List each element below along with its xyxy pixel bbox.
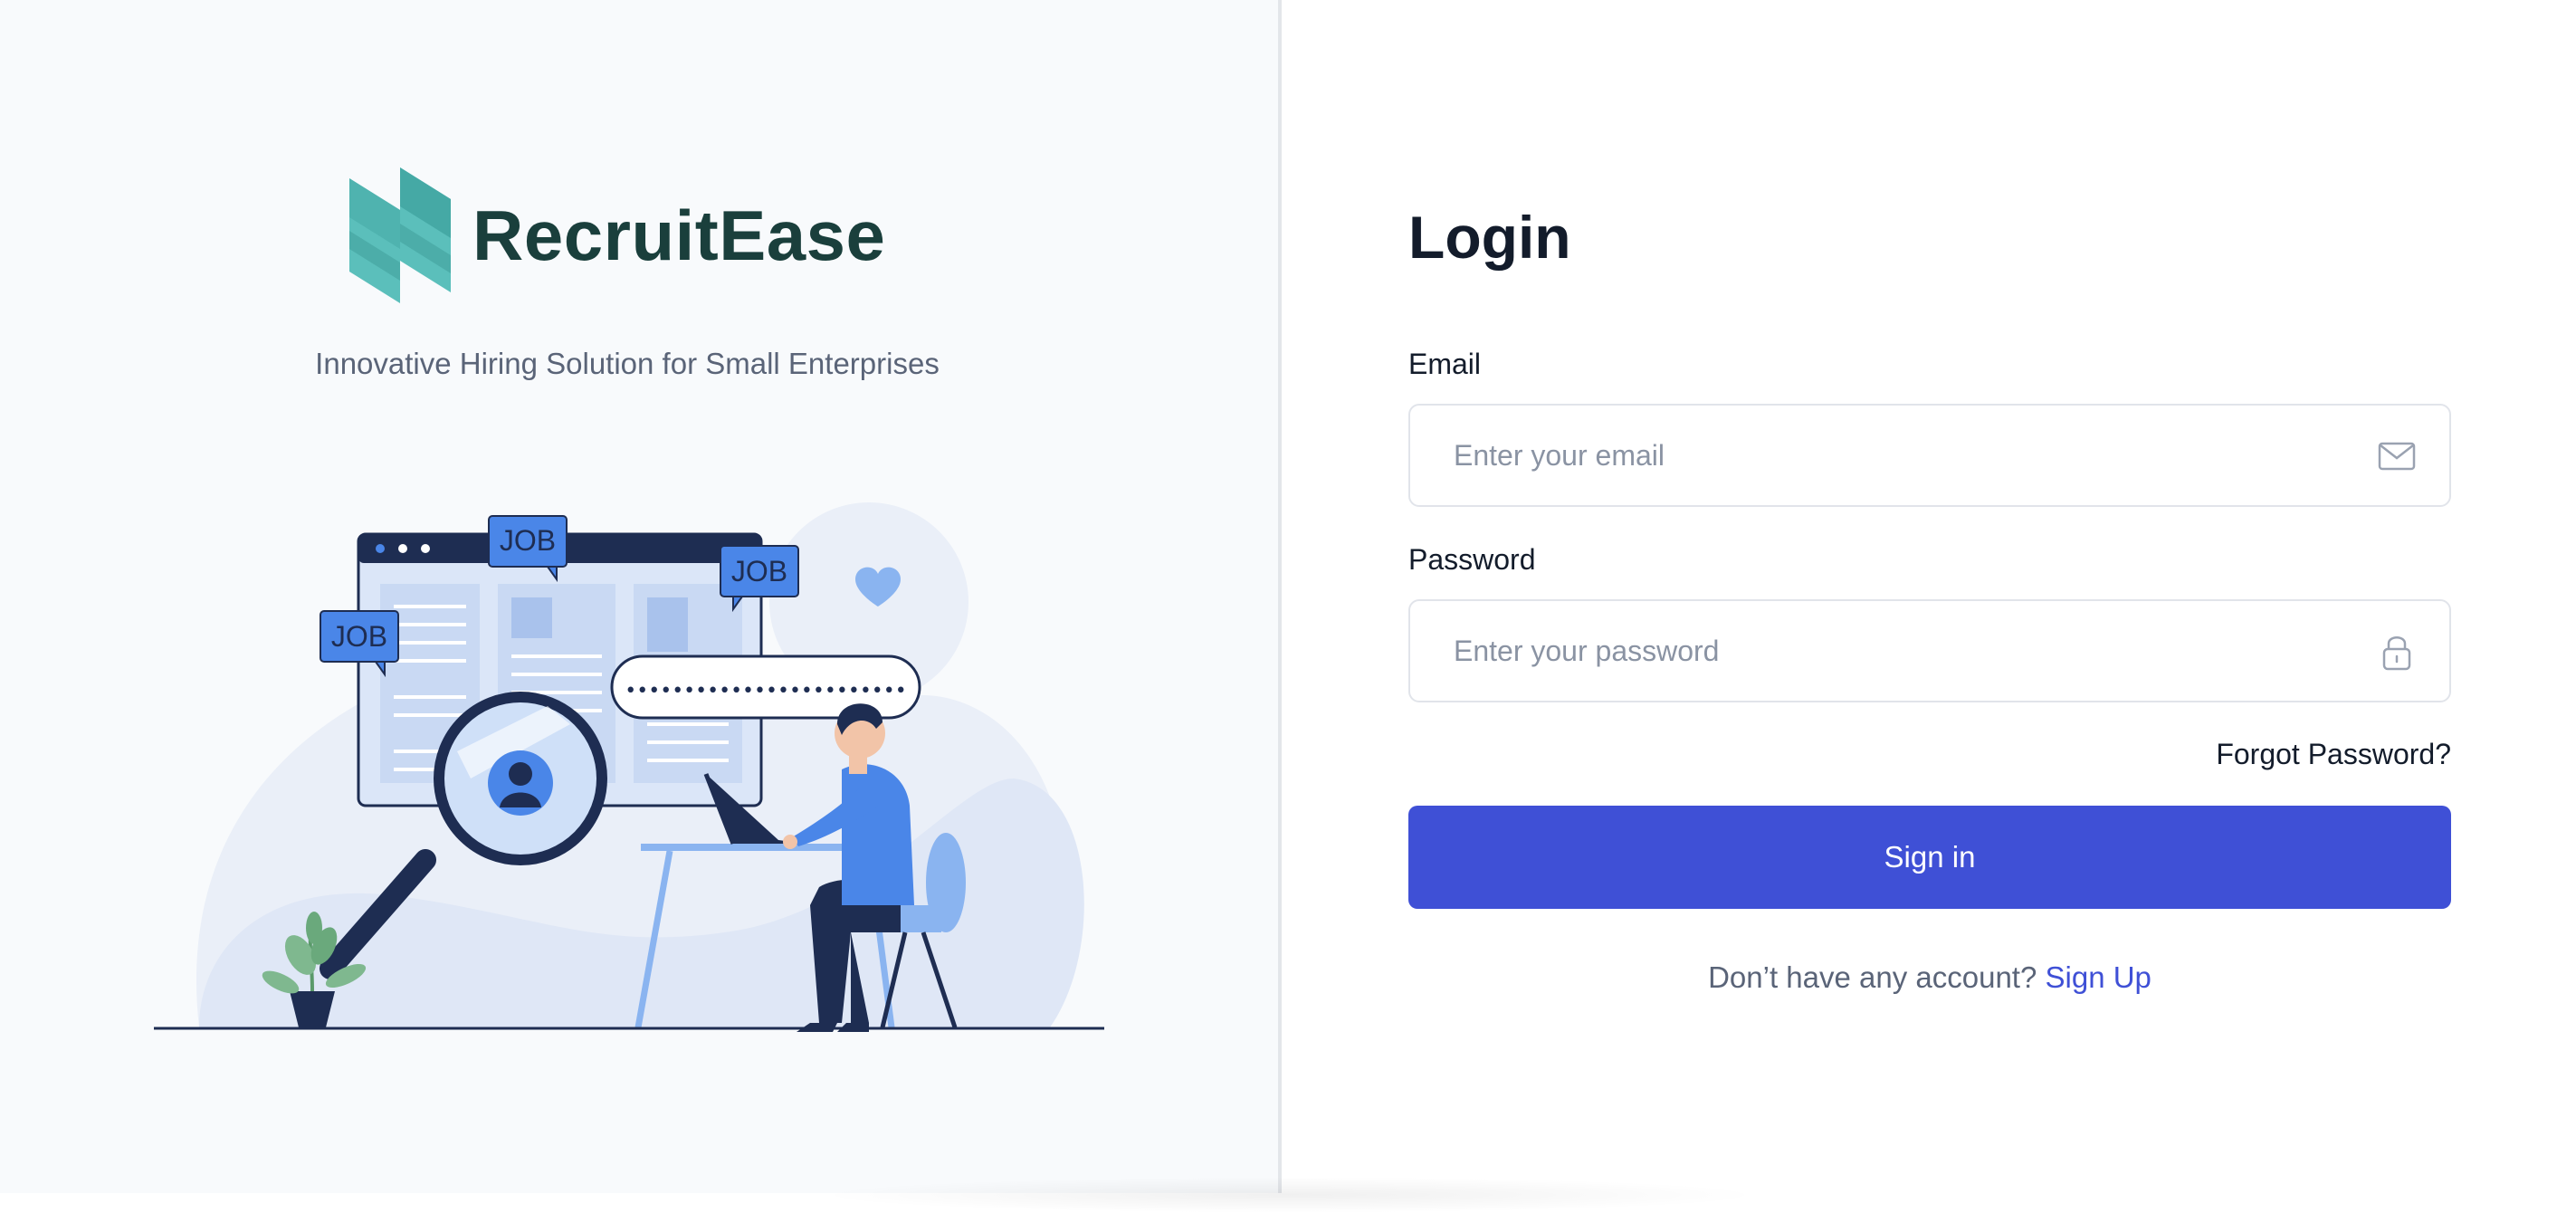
lock-icon: [2382, 636, 2411, 671]
svg-text:JOB: JOB: [731, 555, 787, 587]
brand-tagline: Innovative Hiring Solution for Small Ent…: [315, 347, 940, 380]
signup-prompt-row: Don’t have any account? Sign Up: [1408, 958, 2451, 998]
svg-text:JOB: JOB: [331, 620, 387, 653]
forgot-password-link[interactable]: Forgot Password?: [2216, 736, 2451, 772]
email-field-box: [1408, 404, 2451, 507]
password-field-box: [1408, 599, 2451, 702]
brand-panel: RecruitEase Innovative Hiring Solution f…: [0, 0, 1278, 1193]
password-field[interactable]: [1454, 601, 2323, 701]
window-shadow: [815, 1177, 1765, 1213]
password-label: Password: [1408, 543, 1536, 576]
login-title: Login: [1408, 204, 1571, 271]
sign-in-button[interactable]: Sign in: [1408, 806, 2451, 909]
email-label: Email: [1408, 348, 1482, 380]
svg-text:JOB: JOB: [500, 524, 556, 557]
mail-icon: [2378, 442, 2416, 471]
hiring-illustration: JOB JOB JOB ••••••••••••••••••••••••: [154, 502, 1104, 1032]
svg-text:••••••••••••••••••••••••: ••••••••••••••••••••••••: [625, 680, 906, 702]
signup-prompt: Don’t have any account?: [1708, 960, 2037, 994]
login-panel: [1282, 0, 2576, 1193]
brand-name: RecruitEase: [472, 196, 886, 275]
email-field[interactable]: [1454, 406, 2323, 505]
sign-up-link[interactable]: Sign Up: [2046, 960, 2151, 994]
